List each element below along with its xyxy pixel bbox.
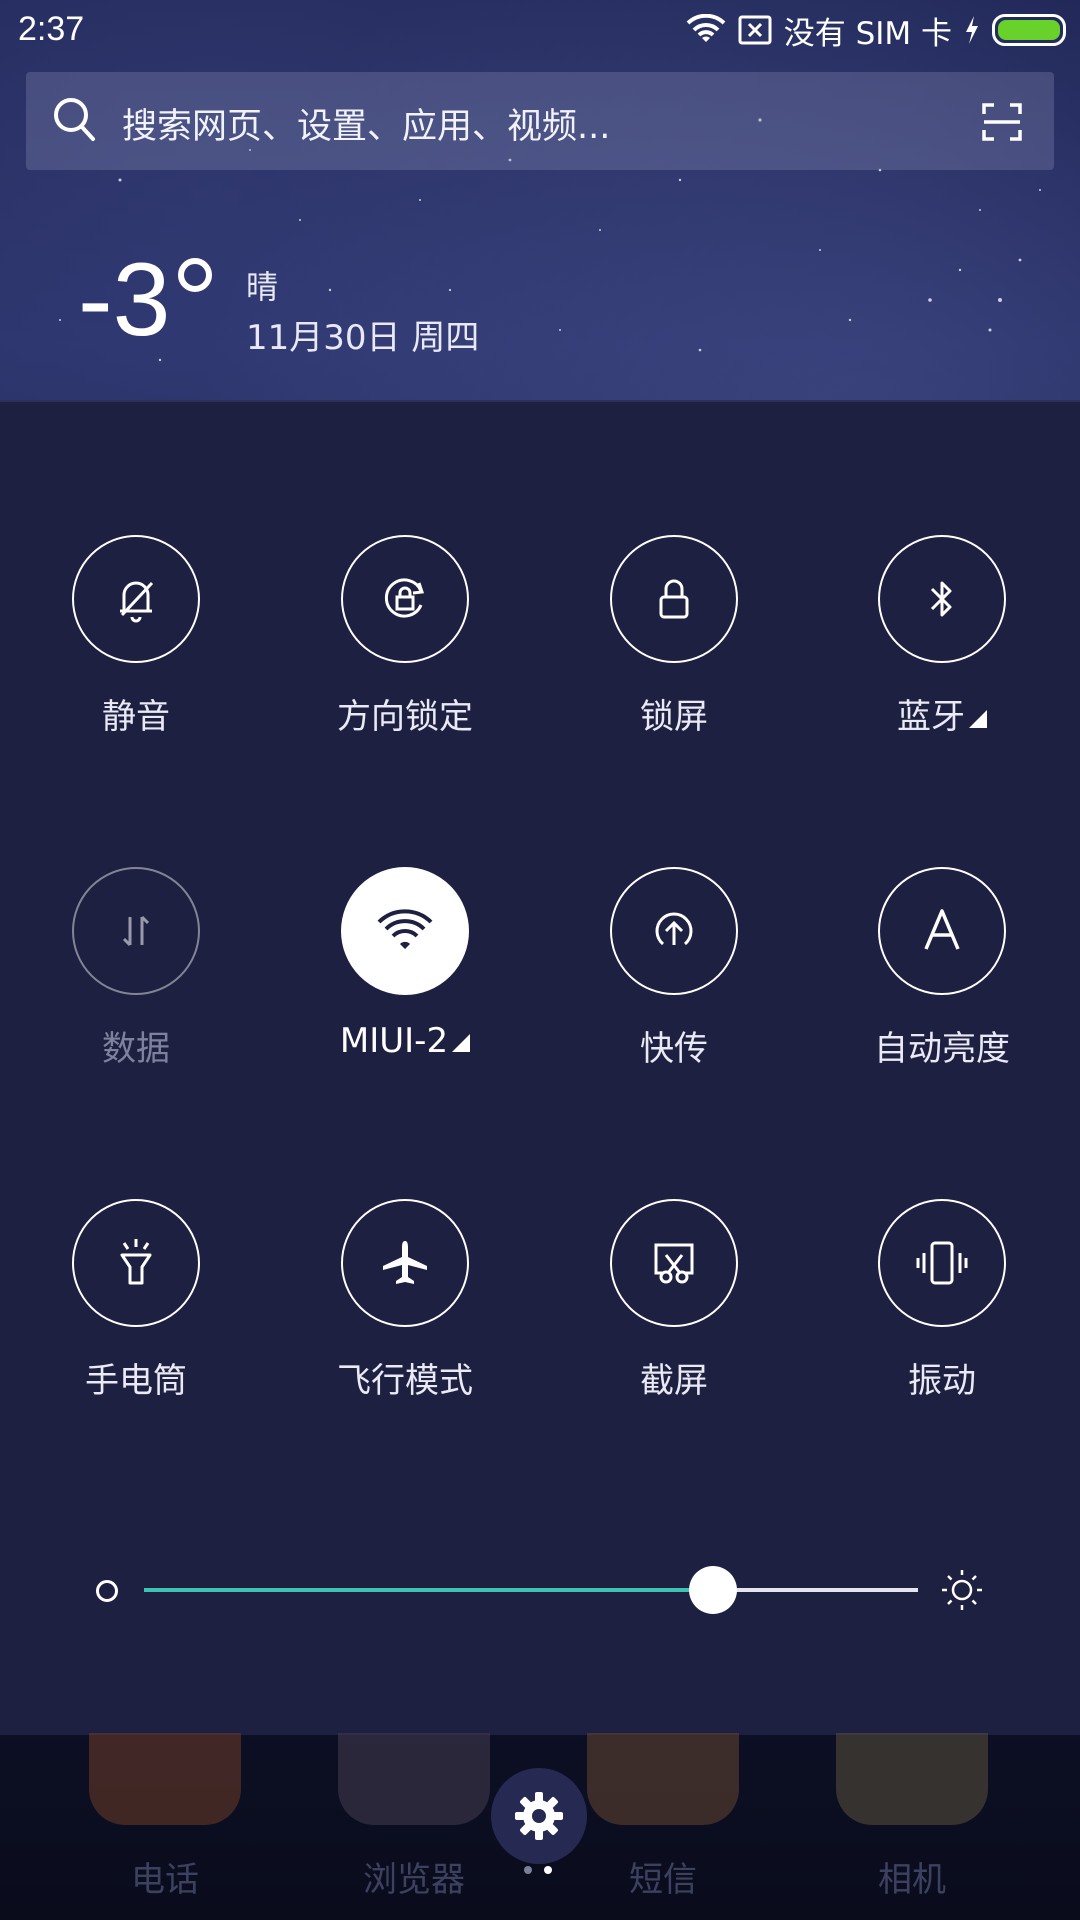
page-dot-active [544, 1866, 552, 1874]
toggle-auto-brightness[interactable]: 自动亮度 [832, 867, 1052, 1070]
more-options-indicator [969, 710, 987, 728]
toggle-label: 截屏 [640, 1361, 708, 1401]
dock-label: 相机 [878, 1860, 946, 1900]
weather-date: 11月30日 周四 [246, 318, 480, 358]
toggle-label: 快传 [640, 1029, 708, 1069]
page-indicator [524, 1866, 552, 1874]
more-options-indicator [452, 1034, 471, 1052]
scan-icon[interactable] [982, 102, 1022, 146]
toggle-label-with-more: MIUI-2 [295, 1021, 515, 1061]
toggle-label: 方向锁定 [337, 697, 473, 737]
brightness-slider-thumb[interactable] [689, 1566, 737, 1614]
toggle-label: 手电筒 [85, 1361, 187, 1401]
toggle-label: 锁屏 [640, 697, 708, 737]
toggle-vibrate-button[interactable] [878, 1199, 1006, 1327]
charging-icon [964, 16, 980, 44]
toggle-rotation-lock[interactable]: 方向锁定 [295, 535, 515, 738]
toggle-label: 飞行模式 [337, 1361, 473, 1401]
rotation-lock-icon [384, 578, 425, 618]
toggle-label-text: 蓝牙 [897, 697, 965, 737]
gear-icon [515, 1792, 563, 1840]
status-icons: 没有 SIM 卡 [686, 10, 1066, 52]
mobile-data-icon [122, 915, 150, 947]
toggle-lock-screen-button[interactable] [610, 535, 738, 663]
toggle-vibrate[interactable]: 振动 [832, 1199, 1052, 1402]
toggle-airplane-button[interactable] [341, 1199, 469, 1327]
bluetooth-icon [930, 581, 952, 617]
brightness-slider-fill [144, 1588, 713, 1592]
toggle-lock-screen[interactable]: 锁屏 [564, 535, 784, 738]
wifi-icon [377, 909, 433, 949]
vibrate-icon [916, 1241, 968, 1285]
toggle-wifi[interactable]: MIUI-2 [295, 867, 515, 1061]
auto-brightness-icon [924, 909, 960, 950]
settings-button[interactable] [491, 1768, 587, 1864]
panel-bottom-edge [0, 1690, 1080, 1733]
dock-label: 短信 [629, 1860, 697, 1900]
toggle-label: 自动亮度 [874, 1029, 1010, 1069]
lock-icon [659, 579, 689, 619]
toggle-mobile-data[interactable]: 数据 [26, 867, 246, 1070]
status-time: 2:37 [18, 10, 85, 48]
toggle-quick-share[interactable]: 快传 [564, 867, 784, 1070]
toggle-flashlight[interactable]: 手电筒 [26, 1199, 246, 1402]
flashlight-icon [120, 1239, 152, 1285]
wifi-status-icon [686, 14, 726, 46]
page-dot [524, 1866, 532, 1874]
toggle-screenshot[interactable]: 截屏 [564, 1199, 784, 1402]
toggle-label: 振动 [908, 1361, 976, 1401]
search-placeholder: 搜索网页、设置、应用、视频... [122, 107, 611, 147]
toggle-auto-brightness-button[interactable] [878, 867, 1006, 995]
toggle-label: 数据 [102, 1029, 170, 1069]
sim-status-text: 没有 SIM 卡 [783, 15, 952, 52]
status-bar: 2:37 没有 SIM 卡 [0, 0, 1080, 60]
weather-condition: 晴 [246, 268, 279, 306]
toggle-bluetooth-button[interactable] [878, 535, 1006, 663]
degree-symbol [178, 258, 212, 292]
toggle-mute-button[interactable] [72, 535, 200, 663]
toggle-label-with-more: 蓝牙 [832, 689, 1052, 738]
battery-level [998, 20, 1060, 40]
toggle-label-text: MIUI-2 [339, 1021, 449, 1061]
screenshot-icon [654, 1243, 694, 1284]
toggle-rotation-lock-button[interactable] [341, 535, 469, 663]
battery-icon [992, 14, 1066, 46]
toggle-screenshot-button[interactable] [610, 1199, 738, 1327]
bell-off-icon [120, 581, 154, 623]
search-bar[interactable]: 搜索网页、设置、应用、视频... [26, 72, 1054, 170]
toggle-mute[interactable]: 静音 [26, 535, 246, 738]
brightness-high-icon [940, 1568, 984, 1616]
toggle-wifi-button[interactable] [341, 867, 469, 995]
airplane-icon [383, 1241, 427, 1284]
brightness-slider[interactable] [144, 1588, 918, 1592]
quick-share-icon [655, 912, 693, 946]
toggle-bluetooth[interactable]: 蓝牙 [832, 535, 1052, 738]
toggle-label: 静音 [102, 697, 170, 737]
brightness-low-icon [96, 1580, 118, 1602]
no-sim-icon [738, 15, 772, 45]
toggle-airplane[interactable]: 飞行模式 [295, 1199, 515, 1402]
weather-temperature: -3 [78, 242, 171, 358]
dock-label: 电话 [131, 1860, 199, 1900]
toggle-quick-share-button[interactable] [610, 867, 738, 995]
toggle-flashlight-button[interactable] [72, 1199, 200, 1327]
toggle-mobile-data-button[interactable] [72, 867, 200, 995]
dock-label: 浏览器 [363, 1860, 465, 1900]
search-icon [52, 96, 96, 146]
